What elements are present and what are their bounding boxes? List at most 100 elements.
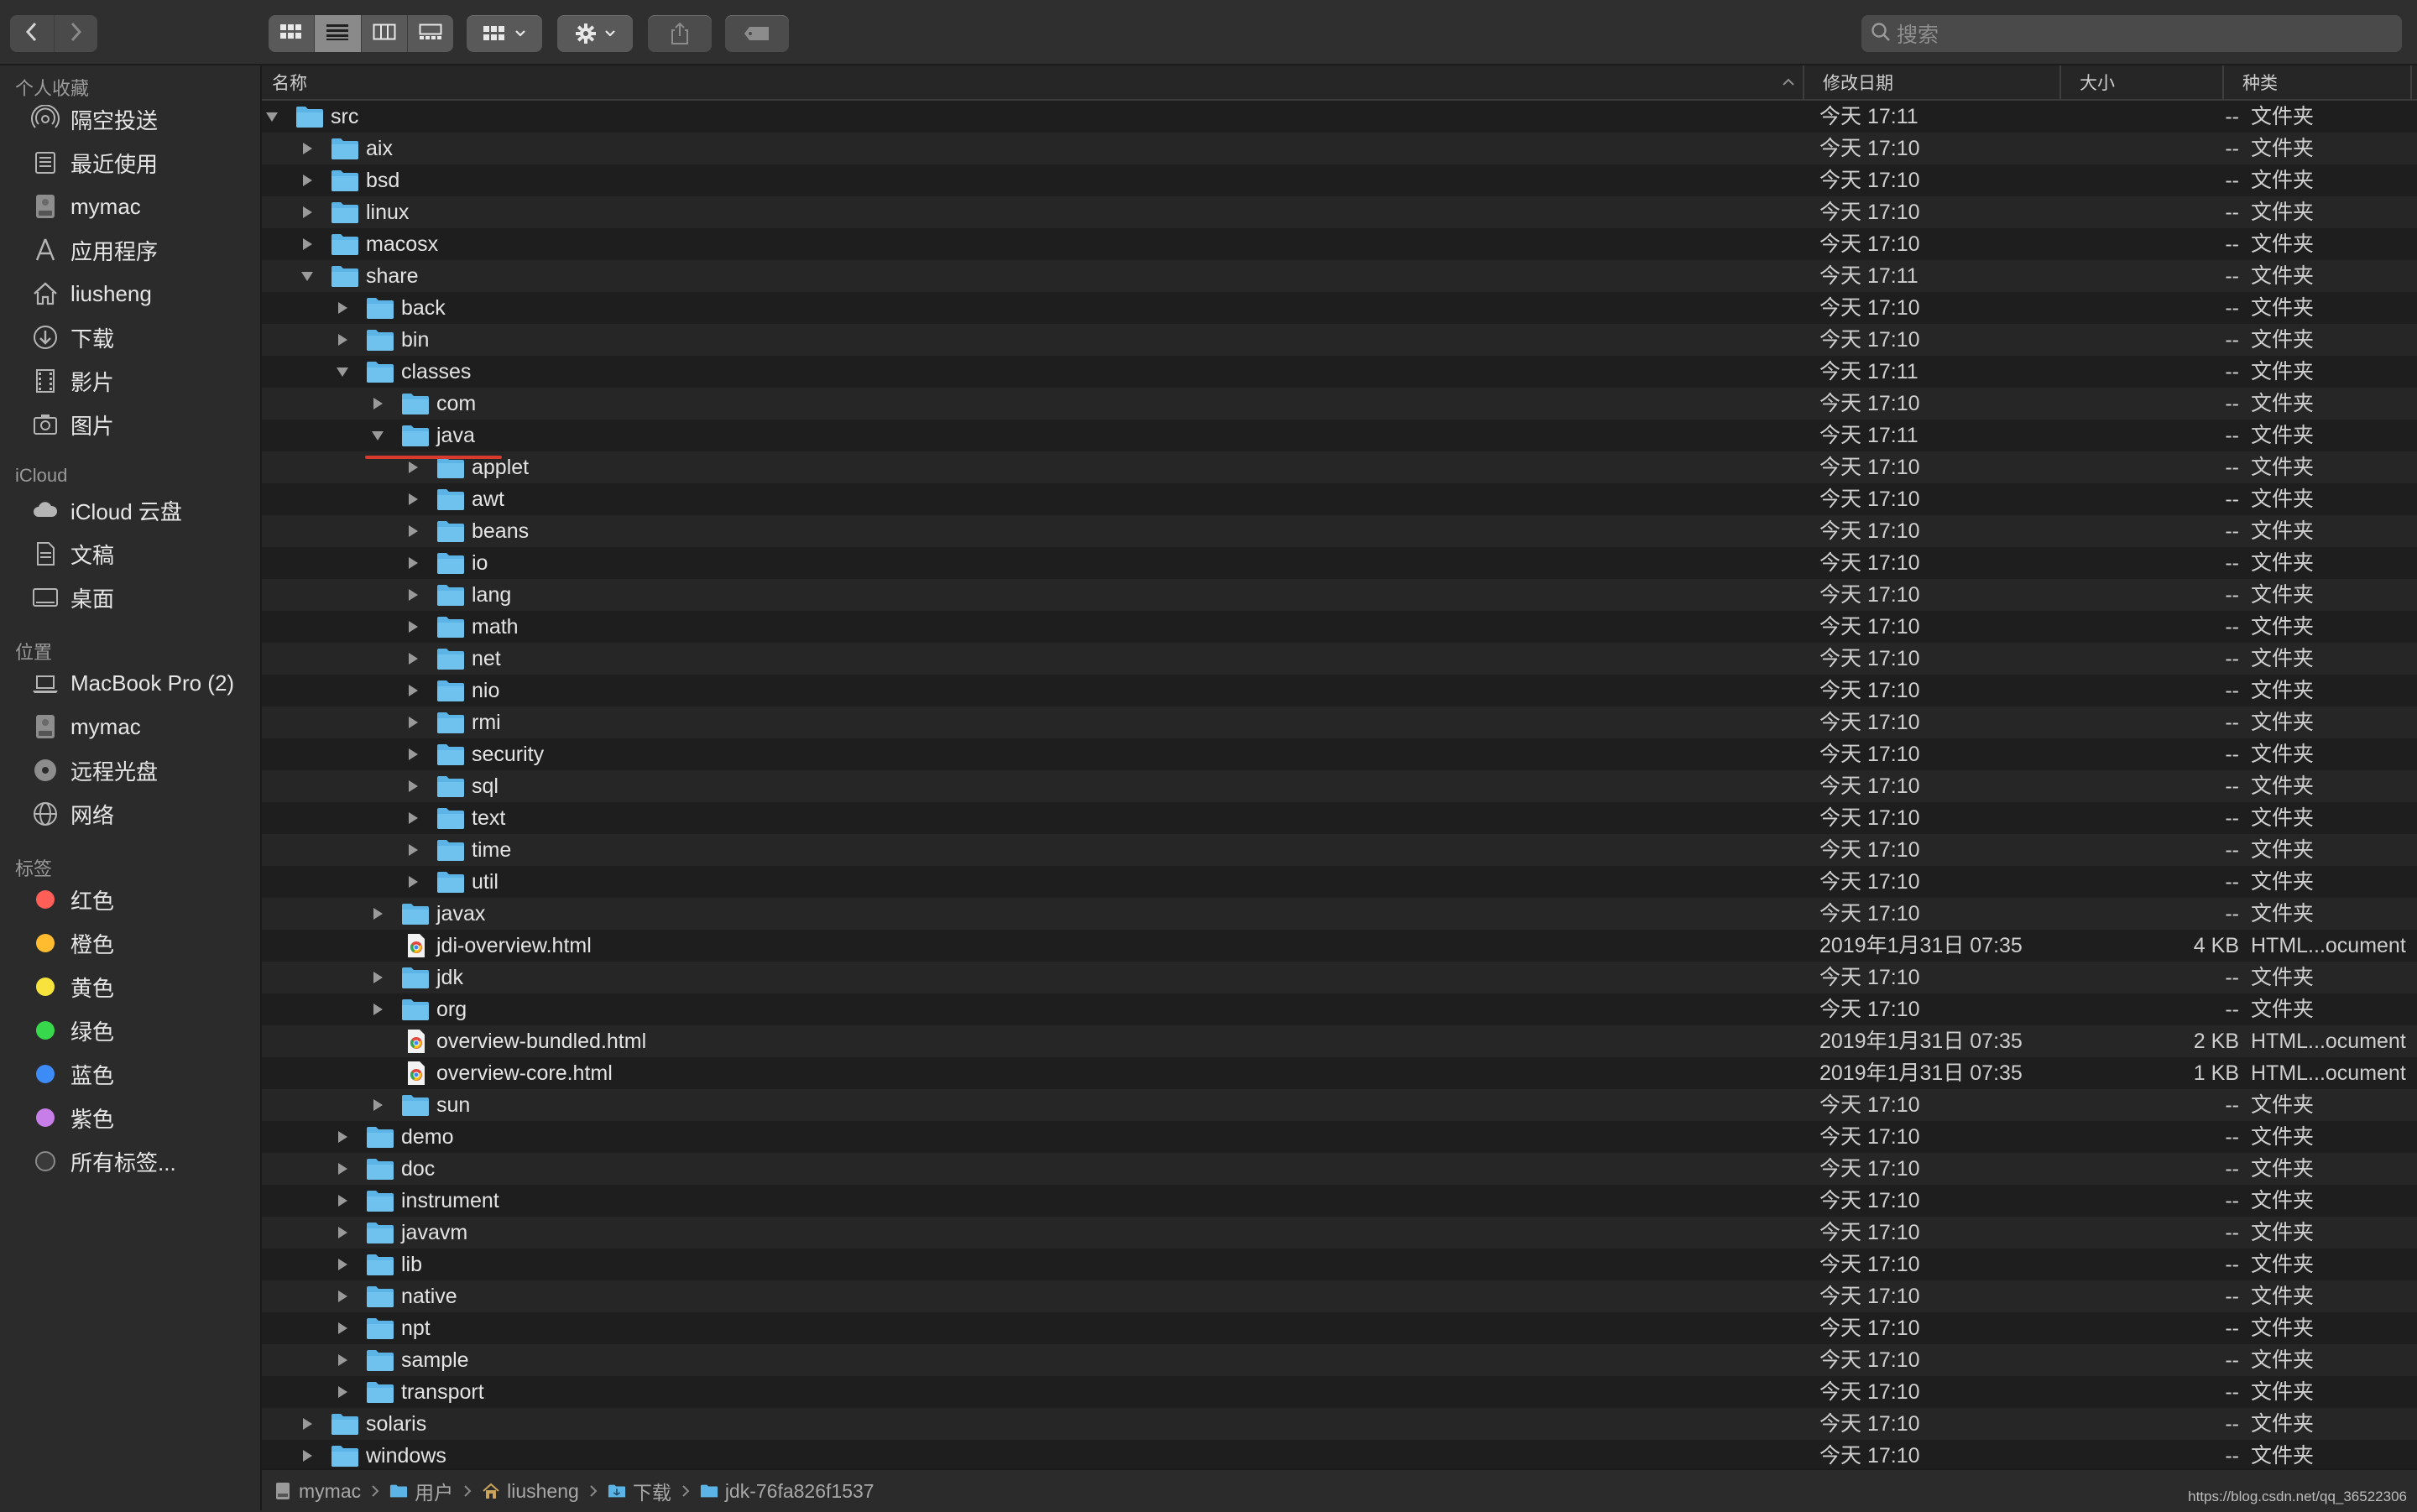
file-row[interactable]: beans 今天 17:10 -- 文件夹 xyxy=(262,515,2417,547)
path-segment[interactable]: 用户 xyxy=(389,1477,453,1505)
path-segment[interactable]: jdk-76fa826f1537 xyxy=(700,1480,874,1503)
disclosure-triangle-closed-icon[interactable] xyxy=(332,1376,352,1408)
disclosure-triangle-closed-icon[interactable] xyxy=(403,802,423,834)
file-row[interactable]: awt 今天 17:10 -- 文件夹 xyxy=(262,483,2417,515)
sidebar-item[interactable]: 橙色 xyxy=(29,925,114,962)
gallery-view-button[interactable] xyxy=(408,15,453,52)
sidebar-item[interactable]: 文稿 xyxy=(29,535,114,572)
file-row[interactable]: overview-bundled.html 2019年1月31日 07:35 2 K… xyxy=(262,1025,2417,1057)
sidebar-item[interactable]: mymac xyxy=(29,188,141,225)
disclosure-triangle-closed-icon[interactable] xyxy=(332,1153,352,1185)
search-field[interactable]: 搜索 xyxy=(1861,15,2402,52)
disclosure-triangle-open-icon[interactable] xyxy=(262,101,282,133)
disclosure-triangle-closed-icon[interactable] xyxy=(332,1280,352,1312)
sidebar-item[interactable]: 蓝色 xyxy=(29,1056,114,1092)
file-row[interactable]: sun 今天 17:10 -- 文件夹 xyxy=(262,1089,2417,1121)
action-menu-button[interactable] xyxy=(557,15,633,52)
sidebar-item[interactable]: liusheng xyxy=(29,275,152,312)
column-size-header[interactable]: 大小 xyxy=(2080,65,2115,99)
file-row[interactable]: linux 今天 17:10 -- 文件夹 xyxy=(262,196,2417,228)
sidebar-item[interactable]: mymac xyxy=(29,708,141,745)
disclosure-triangle-closed-icon[interactable] xyxy=(403,611,423,643)
file-row[interactable]: bsd 今天 17:10 -- 文件夹 xyxy=(262,164,2417,196)
disclosure-triangle-closed-icon[interactable] xyxy=(297,228,317,260)
file-row[interactable]: applet 今天 17:10 -- 文件夹 xyxy=(262,451,2417,483)
file-row[interactable]: src 今天 17:11 -- 文件夹 xyxy=(262,101,2417,133)
sidebar-item[interactable]: 桌面 xyxy=(29,579,114,616)
disclosure-triangle-closed-icon[interactable] xyxy=(332,1185,352,1217)
disclosure-triangle-closed-icon[interactable] xyxy=(403,579,423,611)
file-row[interactable]: org 今天 17:10 -- 文件夹 xyxy=(262,993,2417,1025)
icon-view-button[interactable] xyxy=(269,15,316,52)
file-row[interactable]: security 今天 17:10 -- 文件夹 xyxy=(262,738,2417,770)
file-row[interactable]: time 今天 17:10 -- 文件夹 xyxy=(262,834,2417,866)
file-row[interactable]: nio 今天 17:10 -- 文件夹 xyxy=(262,675,2417,706)
sidebar-item[interactable]: 红色 xyxy=(29,881,114,918)
file-row[interactable]: text 今天 17:10 -- 文件夹 xyxy=(262,802,2417,834)
file-row[interactable]: jdi-overview.html 2019年1月31日 07:35 4 KB HTM… xyxy=(262,930,2417,962)
edit-tags-button[interactable] xyxy=(725,15,789,52)
disclosure-triangle-closed-icon[interactable] xyxy=(403,675,423,706)
disclosure-triangle-closed-icon[interactable] xyxy=(368,1089,388,1121)
disclosure-triangle-closed-icon[interactable] xyxy=(368,898,388,930)
file-row[interactable]: instrument 今天 17:10 -- 文件夹 xyxy=(262,1185,2417,1217)
disclosure-triangle-closed-icon[interactable] xyxy=(297,133,317,164)
disclosure-triangle-closed-icon[interactable] xyxy=(403,866,423,898)
file-row[interactable]: lang 今天 17:10 -- 文件夹 xyxy=(262,579,2417,611)
disclosure-triangle-open-icon[interactable] xyxy=(297,260,317,292)
disclosure-triangle-open-icon[interactable] xyxy=(368,420,388,451)
forward-button[interactable] xyxy=(55,15,98,52)
disclosure-triangle-closed-icon[interactable] xyxy=(332,1249,352,1280)
share-button[interactable] xyxy=(648,15,712,52)
file-row[interactable]: doc 今天 17:10 -- 文件夹 xyxy=(262,1153,2417,1185)
disclosure-triangle-closed-icon[interactable] xyxy=(332,324,352,356)
file-row[interactable]: com 今天 17:10 -- 文件夹 xyxy=(262,388,2417,420)
sidebar-item[interactable]: 下载 xyxy=(29,319,114,356)
disclosure-triangle-closed-icon[interactable] xyxy=(368,388,388,420)
file-row[interactable]: javavm 今天 17:10 -- 文件夹 xyxy=(262,1217,2417,1249)
file-row[interactable]: jdk 今天 17:10 -- 文件夹 xyxy=(262,962,2417,993)
file-row[interactable]: sample 今天 17:10 -- 文件夹 xyxy=(262,1344,2417,1376)
file-row[interactable]: io 今天 17:10 -- 文件夹 xyxy=(262,547,2417,579)
disclosure-triangle-closed-icon[interactable] xyxy=(332,1121,352,1153)
sidebar-item[interactable]: 绿色 xyxy=(29,1012,114,1049)
file-row[interactable]: npt 今天 17:10 -- 文件夹 xyxy=(262,1312,2417,1344)
file-row[interactable]: back 今天 17:10 -- 文件夹 xyxy=(262,292,2417,324)
sidebar-item[interactable]: 最近使用 xyxy=(29,144,158,181)
path-segment[interactable]: mymac xyxy=(274,1480,361,1503)
disclosure-triangle-closed-icon[interactable] xyxy=(297,1440,317,1468)
disclosure-triangle-closed-icon[interactable] xyxy=(332,1344,352,1376)
file-row[interactable]: aix 今天 17:10 -- 文件夹 xyxy=(262,133,2417,164)
column-view-button[interactable] xyxy=(362,15,408,52)
sidebar-item[interactable]: MacBook Pro (2) xyxy=(29,665,234,701)
sidebar-item[interactable]: 影片 xyxy=(29,362,114,399)
sidebar-item[interactable]: 网络 xyxy=(29,795,114,832)
file-row[interactable]: macosx 今天 17:10 -- 文件夹 xyxy=(262,228,2417,260)
group-by-button[interactable] xyxy=(467,15,542,52)
disclosure-triangle-closed-icon[interactable] xyxy=(403,483,423,515)
file-row[interactable]: rmi 今天 17:10 -- 文件夹 xyxy=(262,706,2417,738)
path-segment[interactable]: liusheng xyxy=(482,1480,579,1503)
file-row[interactable]: bin 今天 17:10 -- 文件夹 xyxy=(262,324,2417,356)
file-row[interactable]: windows 今天 17:10 -- 文件夹 xyxy=(262,1440,2417,1468)
column-divider[interactable] xyxy=(2410,65,2412,99)
file-row[interactable]: math 今天 17:10 -- 文件夹 xyxy=(262,611,2417,643)
file-row[interactable]: transport 今天 17:10 -- 文件夹 xyxy=(262,1376,2417,1408)
disclosure-triangle-closed-icon[interactable] xyxy=(332,292,352,324)
file-row[interactable]: java 今天 17:11 -- 文件夹 xyxy=(262,420,2417,451)
back-button[interactable] xyxy=(10,15,55,52)
disclosure-triangle-closed-icon[interactable] xyxy=(332,1312,352,1344)
column-divider[interactable] xyxy=(2059,65,2061,99)
column-date-header[interactable]: 修改日期 xyxy=(1823,65,1893,99)
sidebar-item[interactable]: 紫色 xyxy=(29,1099,114,1136)
disclosure-triangle-closed-icon[interactable] xyxy=(297,1408,317,1440)
disclosure-triangle-closed-icon[interactable] xyxy=(403,643,423,675)
file-row[interactable]: net 今天 17:10 -- 文件夹 xyxy=(262,643,2417,675)
path-segment[interactable]: 下载 xyxy=(608,1477,671,1505)
sidebar-item[interactable]: 所有标签... xyxy=(29,1143,176,1180)
column-divider[interactable] xyxy=(1803,65,1804,99)
file-row[interactable]: util 今天 17:10 -- 文件夹 xyxy=(262,866,2417,898)
disclosure-triangle-closed-icon[interactable] xyxy=(403,834,423,866)
file-row[interactable]: share 今天 17:11 -- 文件夹 xyxy=(262,260,2417,292)
file-row[interactable]: lib 今天 17:10 -- 文件夹 xyxy=(262,1249,2417,1280)
